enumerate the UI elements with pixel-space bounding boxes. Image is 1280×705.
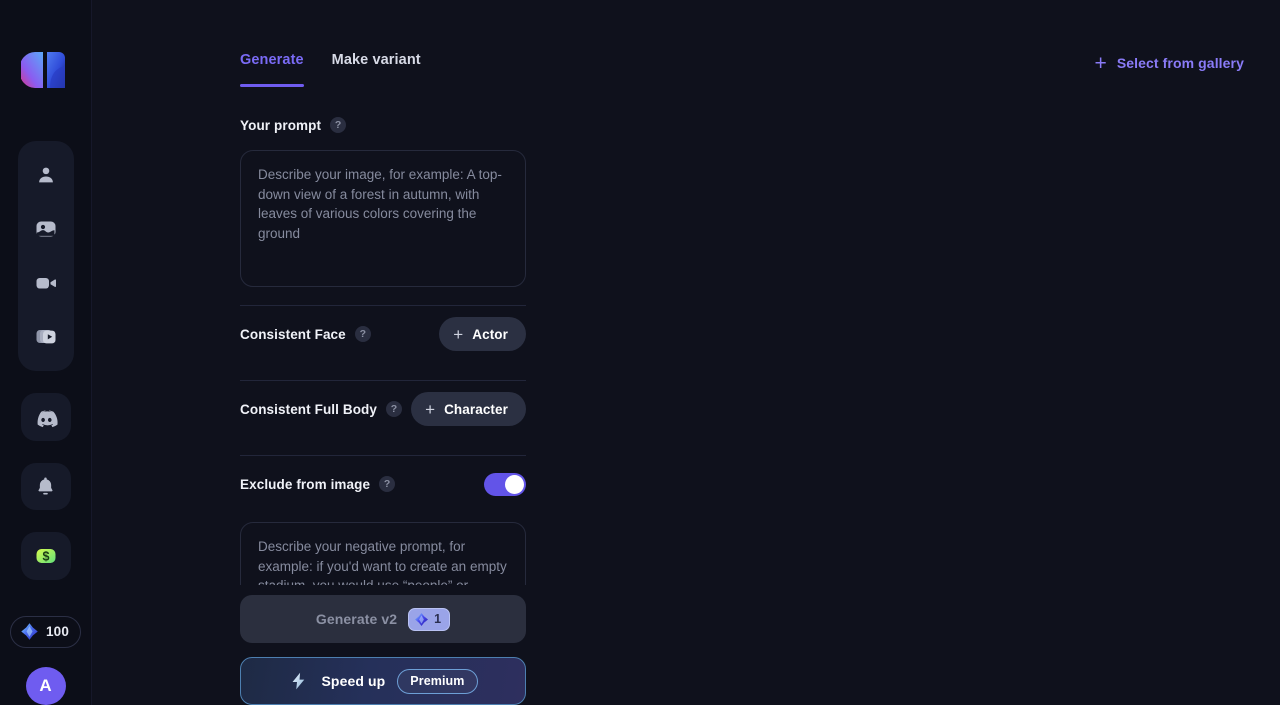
premium-badge-label: Premium: [410, 674, 465, 688]
app-root: $ 100 A Generate Make variant + Select f…: [0, 0, 1280, 705]
video-collection-icon: [36, 330, 55, 344]
consistent-face-row: Consistent Face ? + Actor: [240, 306, 526, 362]
generate-button[interactable]: Generate v2 1: [240, 595, 526, 643]
credits-pill[interactable]: 100: [9, 615, 82, 649]
earnings-tile[interactable]: $: [20, 532, 71, 580]
speed-up-button[interactable]: Speed up Premium: [240, 657, 526, 705]
sidebar-item-collections[interactable]: [21, 310, 71, 364]
discord-tile[interactable]: [20, 393, 71, 441]
help-icon[interactable]: ?: [330, 117, 347, 133]
gem-icon: [415, 612, 429, 626]
tab-bar: Generate Make variant: [240, 52, 421, 87]
consistent-full-body-label-row: Consistent Full Body ?: [240, 396, 402, 422]
avatar[interactable]: A: [25, 667, 66, 705]
help-icon[interactable]: ?: [379, 476, 396, 492]
image-icon: [36, 221, 55, 237]
help-icon[interactable]: ?: [386, 401, 402, 417]
add-character-button[interactable]: + Character: [411, 392, 526, 426]
prompt-label: Your prompt: [240, 117, 322, 133]
credits-value: 100: [45, 624, 70, 640]
plus-icon: +: [425, 399, 436, 419]
speed-up-label: Speed up: [321, 673, 386, 689]
tab-generate[interactable]: Generate: [240, 52, 304, 87]
generate-button-label: Generate v2: [315, 611, 398, 627]
prompt-label-row: Your prompt ?: [240, 112, 526, 138]
exclude-label-row: Exclude from image ?: [240, 471, 396, 497]
consistent-face-label: Consistent Face: [240, 326, 346, 342]
sidebar-item-images[interactable]: [21, 202, 71, 256]
main-content: Generate Make variant + Select from gall…: [92, 0, 1280, 705]
consistent-full-body-label: Consistent Full Body: [240, 401, 377, 417]
action-bar: Generate v2 1 Speed up Premium: [240, 585, 526, 705]
tab-make-variant-label: Make variant: [331, 52, 421, 68]
premium-badge: Premium: [397, 668, 478, 694]
tab-make-variant[interactable]: Make variant: [332, 52, 421, 87]
help-icon[interactable]: ?: [354, 326, 371, 342]
prompt-placeholder: Describe your image, for example: A top-…: [258, 167, 502, 241]
consistent-face-label-row: Consistent Face ?: [240, 321, 371, 347]
exclude-from-image-label: Exclude from image: [240, 476, 371, 492]
bell-icon: [38, 477, 53, 495]
person-icon: [38, 167, 53, 183]
exclude-from-image-row: Exclude from image ?: [240, 456, 526, 512]
plus-icon: +: [1094, 52, 1107, 75]
notifications-tile[interactable]: [20, 462, 71, 511]
generation-form: Your prompt ? Describe your image, for e…: [240, 112, 526, 614]
money-icon: $: [36, 548, 55, 564]
consistent-full-body-row: Consistent Full Body ? + Character: [240, 381, 526, 437]
lightning-bolt-icon: [293, 672, 305, 690]
generate-cost-value: 1: [434, 612, 442, 626]
toggle-knob: [505, 474, 524, 494]
select-from-gallery-label: Select from gallery: [1116, 55, 1244, 71]
prompt-input[interactable]: Describe your image, for example: A top-…: [240, 150, 526, 287]
add-character-label: Character: [444, 401, 508, 417]
app-logo-icon: [20, 51, 65, 88]
exclude-from-image-toggle[interactable]: [484, 472, 526, 496]
svg-text:$: $: [42, 550, 49, 564]
sidebar-item-video[interactable]: [21, 256, 71, 310]
tab-generate-label: Generate: [240, 52, 304, 68]
sidebar-item-profile[interactable]: [21, 148, 71, 202]
sidebar-nav-group: [17, 141, 74, 372]
add-actor-label: Actor: [472, 326, 508, 342]
video-camera-icon: [36, 278, 56, 289]
generate-cost-badge: 1: [408, 607, 451, 631]
app-logo[interactable]: [20, 46, 71, 93]
add-actor-button[interactable]: + Actor: [439, 317, 526, 351]
select-from-gallery-button[interactable]: + Select from gallery: [1095, 52, 1244, 74]
avatar-initial: A: [39, 676, 52, 696]
sidebar: $ 100 A: [0, 0, 92, 705]
discord-icon: [37, 410, 58, 427]
plus-icon: +: [453, 324, 464, 344]
gem-icon: [21, 623, 38, 641]
